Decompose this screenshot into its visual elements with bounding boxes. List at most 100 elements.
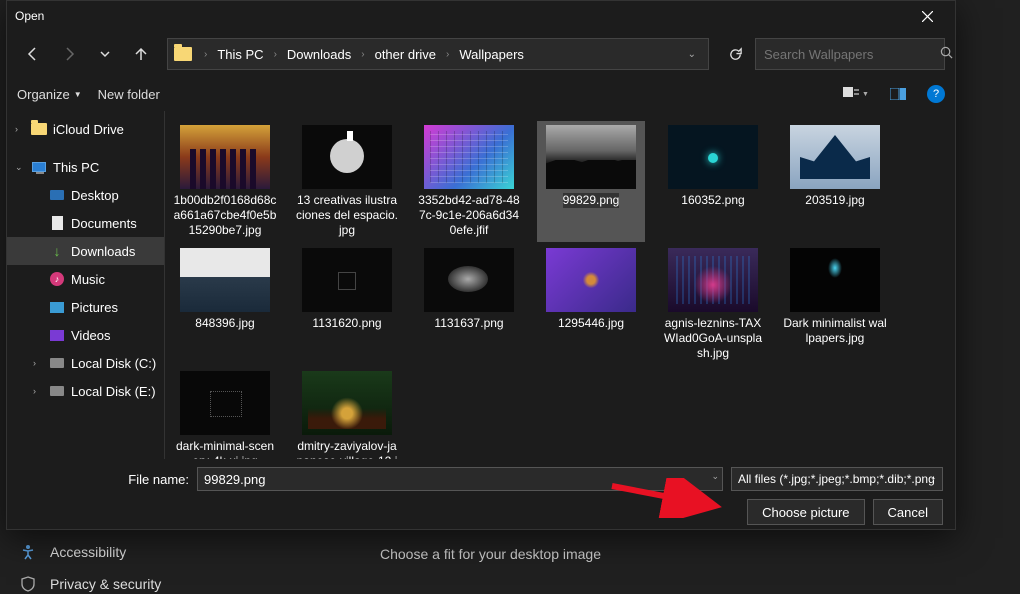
crumb-other-drive[interactable]: other drive — [373, 47, 438, 62]
file-item[interactable]: 99829.png — [537, 121, 645, 242]
doc-icon — [49, 215, 65, 231]
file-grid[interactable]: 1b00db2f0168d68ca661a67cbe4f0e5b15290be7… — [165, 111, 955, 459]
file-thumbnail — [790, 248, 880, 312]
back-button[interactable] — [17, 38, 49, 70]
dialog-footer: File name: ⌄ All files (*.jpg;*.jpeg;*.b… — [7, 459, 955, 535]
tree-item-label: Documents — [71, 216, 137, 231]
tree-arrow-icon: › — [15, 124, 25, 134]
file-item[interactable]: 848396.jpg — [171, 244, 279, 365]
toolbar: Organize ▼ New folder ▼ ? — [7, 77, 955, 111]
bg-nav-accessibility[interactable]: Accessibility — [20, 544, 126, 560]
file-thumbnail — [668, 248, 758, 312]
shield-icon — [20, 576, 36, 592]
folder-icon — [31, 121, 47, 137]
file-item[interactable]: 3352bd42-ad78-487c-9c1e-206a6d340efe.jfi… — [415, 121, 523, 242]
tree-item-icloud-drive[interactable]: › iCloud Drive — [7, 115, 164, 143]
search-input[interactable] — [764, 47, 940, 62]
arrow-left-icon — [25, 46, 41, 62]
file-name-label: 13 creativas ilustraciones del espacio.j… — [295, 193, 399, 238]
tree-item-pictures[interactable]: Pictures — [7, 293, 164, 321]
bg-nav-privacy[interactable]: Privacy & security — [20, 576, 161, 592]
file-item[interactable]: 1131620.png — [293, 244, 401, 365]
pc-icon — [31, 159, 47, 175]
file-thumbnail — [424, 248, 514, 312]
organize-menu[interactable]: Organize ▼ — [17, 87, 82, 102]
tree-item-label: Videos — [71, 328, 111, 343]
view-mode-button[interactable]: ▼ — [843, 82, 869, 106]
file-item[interactable]: 1b00db2f0168d68ca661a67cbe4f0e5b15290be7… — [171, 121, 279, 242]
tree-arrow-icon: › — [33, 386, 43, 396]
file-name-label: 1131637.png — [434, 316, 503, 331]
search-box[interactable] — [755, 38, 945, 70]
file-item[interactable]: 1131637.png — [415, 244, 523, 365]
file-name-label: 1b00db2f0168d68ca661a67cbe4f0e5b15290be7… — [173, 193, 277, 238]
tree-item-local-disk-e-[interactable]: › Local Disk (E:) — [7, 377, 164, 405]
dl-icon: ↓ — [49, 243, 65, 259]
bg-nav-label: Privacy & security — [50, 576, 161, 592]
tree-item-videos[interactable]: Videos — [7, 321, 164, 349]
chevron-down-icon: ▼ — [862, 91, 869, 98]
dialog-title: Open — [15, 9, 44, 23]
file-item[interactable]: 1295446.jpg — [537, 244, 645, 365]
search-icon — [940, 46, 953, 62]
file-item[interactable]: 13 creativas ilustraciones del espacio.j… — [293, 121, 401, 242]
refresh-button[interactable] — [719, 38, 751, 70]
desktop-icon — [49, 187, 65, 203]
recent-button[interactable] — [89, 38, 121, 70]
preview-pane-button[interactable] — [885, 82, 911, 106]
music-icon: ♪ — [49, 271, 65, 287]
vid-icon — [49, 327, 65, 343]
file-thumbnail — [302, 371, 392, 435]
file-name-label: dmitry-zaviyalov-japanese-village-12.jpg — [295, 439, 399, 459]
chevron-down-icon: ▼ — [74, 90, 82, 99]
tree-item-music[interactable]: ♪ Music — [7, 265, 164, 293]
chevron-down-icon[interactable]: ⌄ — [711, 471, 719, 482]
forward-button[interactable] — [53, 38, 85, 70]
file-item[interactable]: dmitry-zaviyalov-japanese-village-12.jpg — [293, 367, 401, 459]
thumbnails-icon — [843, 87, 859, 101]
tree-arrow-icon: ⌄ — [15, 162, 25, 173]
cancel-button[interactable]: Cancel — [873, 499, 943, 525]
crumb-downloads[interactable]: Downloads — [285, 47, 353, 62]
tree-item-downloads[interactable]: ↓Downloads — [7, 237, 164, 265]
tree-item-desktop[interactable]: Desktop — [7, 181, 164, 209]
file-item[interactable]: agnis-leznins-TAXWIad0GoA-unsplash.jpg — [659, 244, 767, 365]
file-item[interactable]: 203519.jpg — [781, 121, 889, 242]
file-type-filter[interactable]: All files (*.jpg;*.jpeg;*.bmp;*.dib;*.pn… — [731, 467, 943, 491]
help-button[interactable]: ? — [927, 85, 945, 103]
close-button[interactable] — [907, 1, 947, 31]
pic-icon — [49, 299, 65, 315]
disk-icon — [49, 383, 65, 399]
file-thumbnail — [424, 125, 514, 189]
disk-icon — [49, 355, 65, 371]
breadcrumb-bar[interactable]: › This PC › Downloads › other drive › Wa… — [167, 38, 709, 70]
choose-picture-button[interactable]: Choose picture — [747, 499, 864, 525]
nav-tree[interactable]: › iCloud Drive ⌄This PC Desktop Documents ↓Do… — [7, 111, 165, 459]
tree-item-label: Local Disk (C:) — [71, 356, 156, 371]
tree-item-label: Local Disk (E:) — [71, 384, 156, 399]
accessibility-icon — [20, 544, 36, 560]
arrow-right-icon — [61, 46, 77, 62]
refresh-icon — [728, 47, 743, 62]
up-button[interactable] — [125, 38, 157, 70]
file-thumbnail — [302, 125, 392, 189]
tree-item-local-disk-c-[interactable]: ›Local Disk (C:) — [7, 349, 164, 377]
tree-item-documents[interactable]: Documents — [7, 209, 164, 237]
tree-item-this-pc[interactable]: ⌄This PC — [7, 153, 164, 181]
folder-icon — [174, 47, 192, 61]
file-item[interactable]: dark-minimal-scenery-4k-xj.jpg — [171, 367, 279, 459]
file-name-label: 848396.jpg — [195, 316, 254, 331]
new-folder-button[interactable]: New folder — [98, 87, 160, 102]
tree-item-label: iCloud Drive — [53, 122, 124, 137]
crumb-expand[interactable]: ⌄ — [682, 49, 702, 60]
crumb-this-pc[interactable]: This PC — [215, 47, 265, 62]
tree-item-label: Music — [71, 272, 105, 287]
tree-item-label: Desktop — [71, 188, 119, 203]
file-item[interactable]: Dark minimalist wallpapers.jpg — [781, 244, 889, 365]
close-icon — [922, 11, 933, 22]
crumb-wallpapers[interactable]: Wallpapers — [457, 47, 526, 62]
file-name-label: Dark minimalist wallpapers.jpg — [783, 316, 887, 346]
filename-label: File name: — [19, 472, 189, 487]
file-item[interactable]: 160352.png — [659, 121, 767, 242]
filename-input[interactable] — [197, 467, 723, 491]
